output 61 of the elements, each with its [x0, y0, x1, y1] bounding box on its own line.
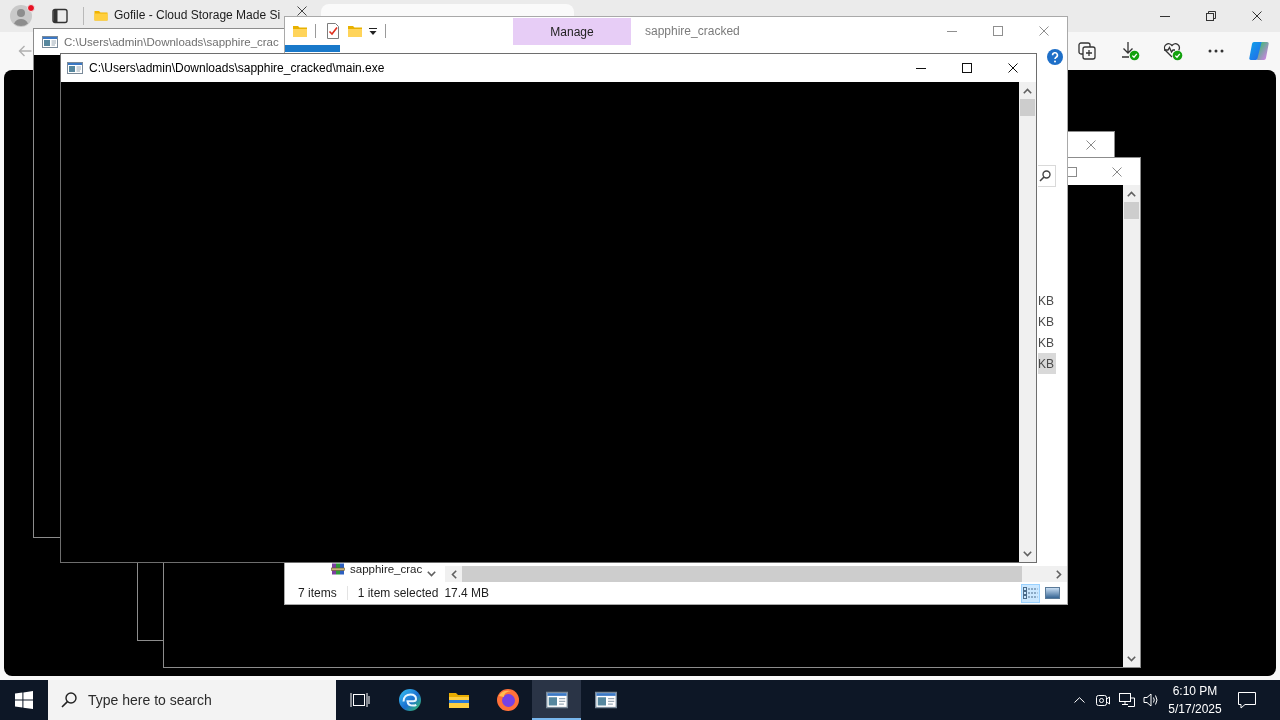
swirl-logo-icon[interactable]: [1247, 40, 1270, 62]
scrollbar-thumb[interactable]: [1020, 99, 1035, 116]
scrollbar-thumb[interactable]: [1124, 202, 1139, 219]
restore-icon[interactable]: [1206, 11, 1216, 21]
globe-icon[interactable]: [495, 688, 520, 712]
archive-icon: [331, 563, 345, 575]
properties-icon[interactable]: [325, 23, 341, 39]
window-title: C:\Users\admin\Downloads\sapphire_cracked\main.exe: [89, 61, 385, 75]
search-field[interactable]: Type here to search: [48, 680, 336, 720]
file-size-cell[interactable]: KB: [1038, 290, 1056, 311]
vertical-scrollbar[interactable]: [1123, 185, 1140, 667]
close-icon[interactable]: [1252, 11, 1262, 21]
more-icon[interactable]: [1207, 49, 1224, 53]
window-layout-icon[interactable]: [52, 8, 68, 24]
view-button[interactable]: [1021, 583, 1040, 603]
camera-icon[interactable]: [1096, 693, 1110, 707]
avatar-icon[interactable]: [8, 2, 36, 30]
help-icon[interactable]: [1047, 49, 1063, 65]
dropdown-icon[interactable]: [368, 26, 378, 36]
chevron-down-icon[interactable]: [1023, 550, 1032, 557]
maximize-icon[interactable]: [962, 63, 972, 73]
picture-view-icon: [1045, 587, 1060, 599]
windows-logo-icon[interactable]: [15, 691, 33, 709]
folder-icon: [94, 8, 108, 22]
close-icon[interactable]: [297, 6, 307, 16]
search-icon[interactable]: [1039, 170, 1051, 182]
close-icon[interactable]: [1008, 63, 1018, 73]
browser-tab[interactable]: Gofile - Cloud Storage Made Si: [87, 4, 283, 28]
window-title: sapphire_cracked: [645, 24, 740, 38]
chevron-down-icon[interactable]: [1127, 655, 1136, 662]
chevron-right-icon[interactable]: [1055, 569, 1062, 579]
file-size-cell[interactable]: KB: [1038, 311, 1056, 332]
network-icon[interactable]: [1119, 692, 1135, 708]
task-view-icon[interactable]: [350, 692, 370, 708]
file-size-cell[interactable]: KB: [1038, 353, 1056, 374]
clock-date: 5/17/2025: [1168, 701, 1222, 718]
terminal-window-icon: [42, 34, 58, 50]
search-icon: [61, 692, 77, 708]
details-list-icon: [1023, 586, 1038, 600]
volume-icon[interactable]: [1143, 692, 1159, 708]
download-icon[interactable]: [1119, 41, 1140, 61]
terminal-window-icon: [545, 689, 568, 711]
file-size-cell[interactable]: KB: [1038, 332, 1056, 353]
selection-text: 1 item selected: [357, 586, 439, 600]
vertical-scrollbar[interactable]: [1019, 82, 1036, 562]
taskbar-button[interactable]: [532, 680, 581, 720]
chevron-down-icon[interactable]: [427, 570, 436, 577]
selection-size-text: 17.4 MB: [444, 586, 490, 600]
terminal-window-icon: [67, 60, 83, 76]
terminal-window-icon: [594, 689, 617, 711]
chevron-left-icon[interactable]: [450, 569, 457, 579]
nav-item[interactable]: sapphire_crac: [331, 562, 423, 576]
collections-icon[interactable]: [1077, 42, 1096, 60]
item-count-text: 7 items: [298, 586, 337, 600]
manage-tab[interactable]: Manage: [513, 18, 631, 45]
heartbeat-icon[interactable]: [1162, 41, 1183, 61]
wave-circle-icon[interactable]: [397, 688, 422, 712]
clock-time: 6:10 PM: [1172, 683, 1218, 700]
search-field[interactable]: [1038, 165, 1056, 187]
clock[interactable]: 6:10 PM 5/17/2025: [1163, 680, 1227, 720]
notification-icon[interactable]: [1238, 691, 1256, 709]
